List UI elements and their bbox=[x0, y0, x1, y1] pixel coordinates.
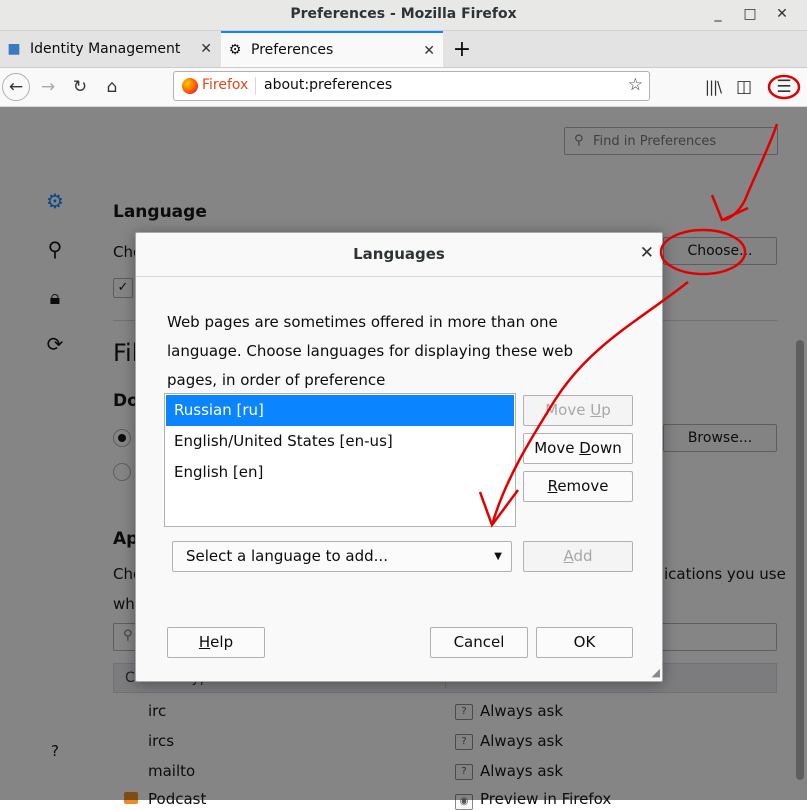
annotation-arrow-top bbox=[723, 123, 779, 222]
annotation-arrowhead-top bbox=[710, 194, 749, 222]
annotation-circle-choose bbox=[659, 228, 747, 276]
annotation-circle-menu bbox=[767, 74, 801, 100]
annotation-arrow-bottom bbox=[490, 281, 689, 526]
annotation-overlay bbox=[478, 74, 801, 528]
